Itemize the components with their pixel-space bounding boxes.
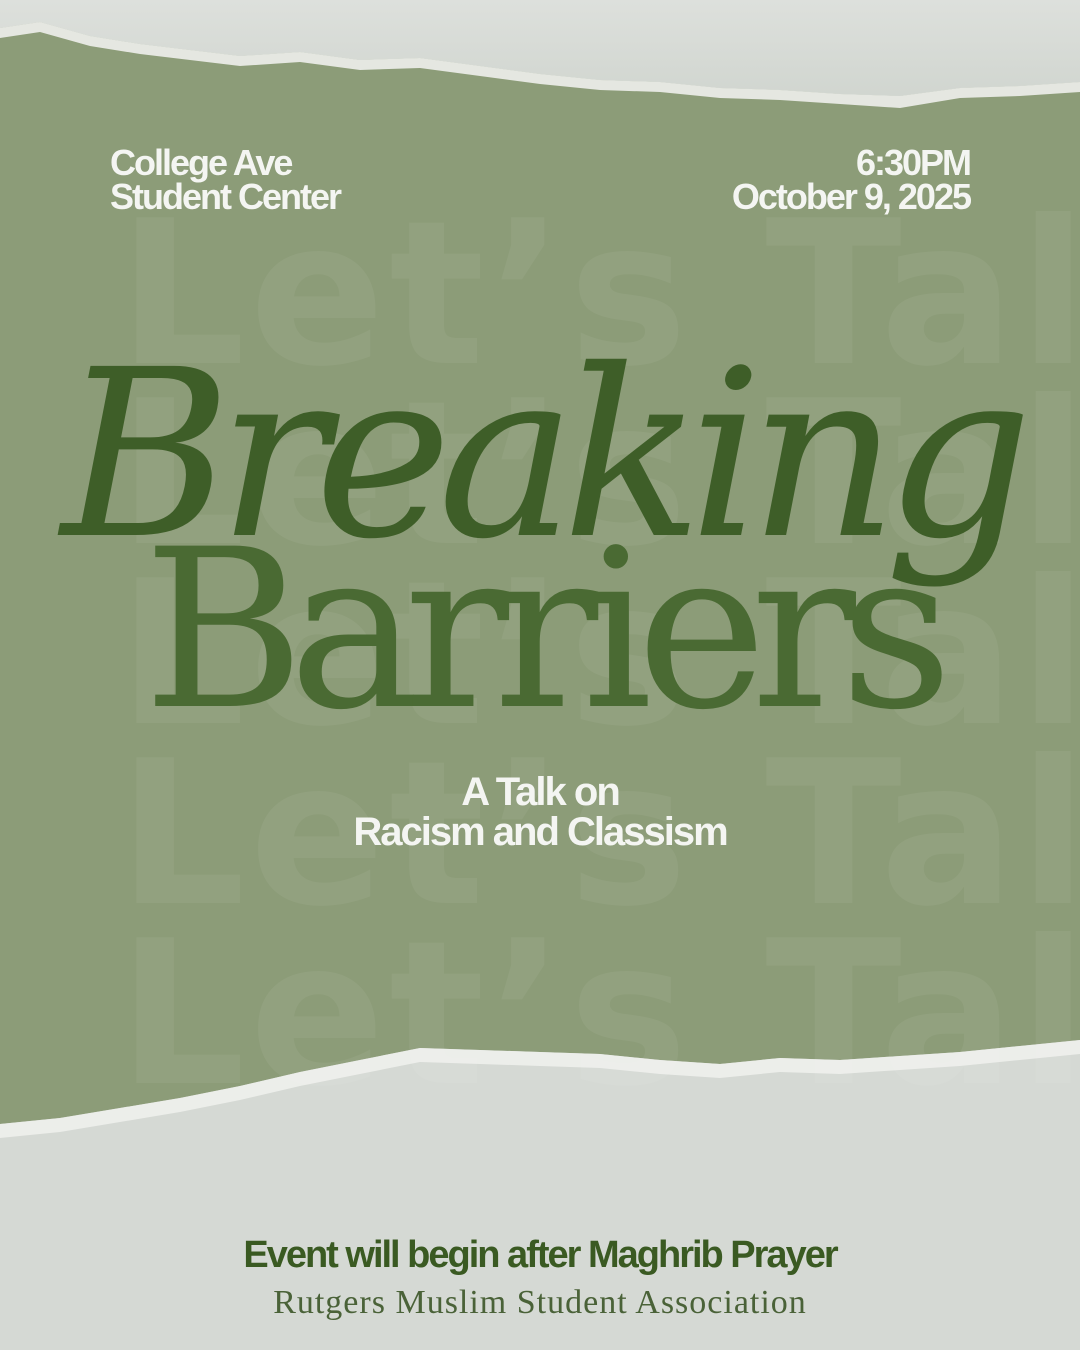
subtitle-line-2: Racism and Classism (353, 810, 728, 854)
watermark-line: Let’s Talk (118, 898, 1080, 1131)
event-location: College Ave Student Center (110, 142, 342, 217)
prayer-note: Event will begin after Maghrib Prayer (243, 1234, 838, 1276)
organization-name: Rutgers Muslim Student Association (273, 1284, 807, 1321)
location-line-2: Student Center (110, 176, 342, 217)
event-poster: Let’s Talk Let’s Talk Let’s Talk Let’s T… (0, 0, 1080, 1350)
event-time: 6:30PM (855, 142, 972, 183)
subtitle-line-1: A Talk on (461, 770, 621, 814)
event-subtitle: A Talk on Racism and Classism (0, 772, 1080, 852)
location-line-1: College Ave (110, 142, 293, 183)
event-datetime: 6:30PM October 9, 2025 (731, 142, 972, 217)
event-date: October 9, 2025 (731, 176, 972, 217)
title-breaking: Breaking (61, 320, 1033, 590)
